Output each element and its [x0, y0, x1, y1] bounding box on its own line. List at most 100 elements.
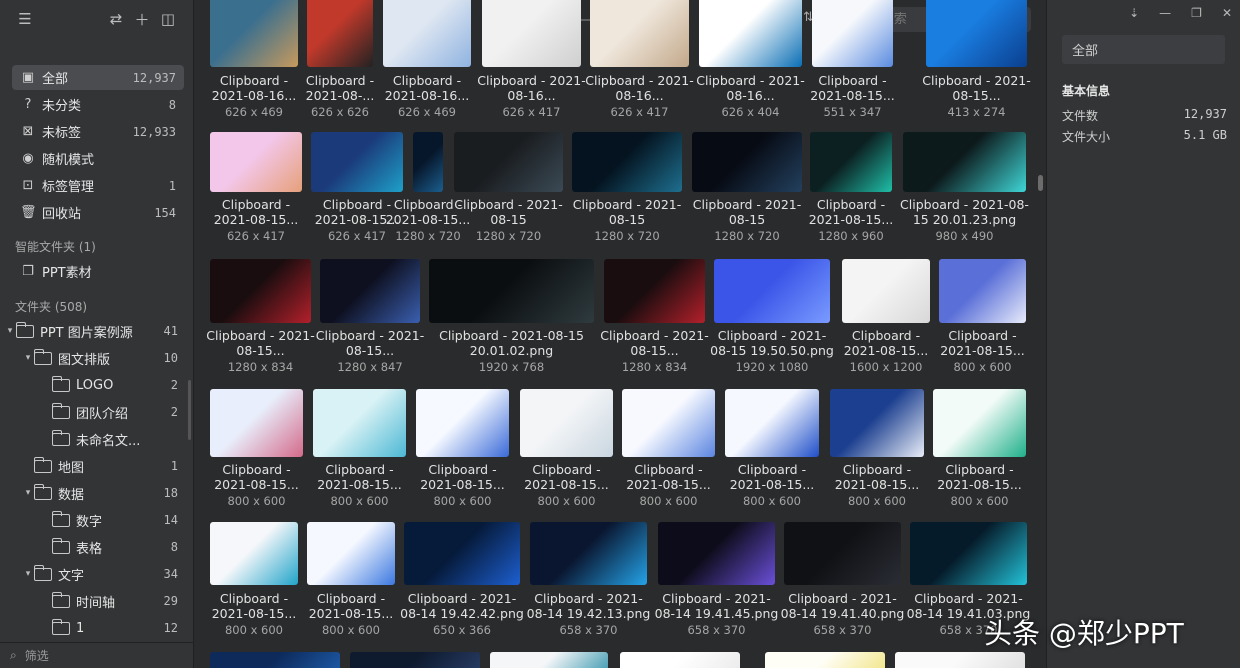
sidebar-item-label: 未分类 — [42, 99, 82, 114]
sidebar-item[interactable]: ⊠ 未标签 12,933 — [12, 119, 184, 144]
folder-tree-item[interactable]: 1 12 — [0, 615, 194, 641]
thumbnail-image[interactable] — [572, 132, 682, 192]
folder-tree-item[interactable]: ▾ PPT 图片案例源 41 — [0, 318, 194, 344]
sidebar-scrollbar[interactable] — [188, 380, 191, 440]
watermark: 头条 @郑少PPT — [984, 617, 1184, 650]
folder-tree-item[interactable]: 数字 14 — [0, 507, 194, 533]
thumbnail-image[interactable] — [210, 132, 302, 192]
main-scrollbar[interactable] — [1038, 175, 1043, 191]
thumbnail-image[interactable] — [320, 259, 420, 323]
folder-label: 数据 — [58, 487, 85, 503]
expand-arrow-icon[interactable]: ▾ — [22, 569, 34, 579]
thumbnail-image[interactable] — [810, 132, 892, 192]
thumbnail-image[interactable] — [620, 652, 740, 668]
folder-tree-item[interactable]: ▾ 数据 18 — [0, 480, 194, 506]
thumbnail-image[interactable] — [490, 652, 608, 668]
pin-icon[interactable]: ⇣ — [1129, 6, 1139, 20]
folder-tree-item[interactable]: 时间轴 29 — [0, 588, 194, 614]
thumbnail-image[interactable] — [210, 259, 311, 323]
question-icon: ? — [24, 97, 32, 112]
thumbnail-image[interactable] — [383, 0, 471, 67]
minimize-icon[interactable]: — — [1159, 6, 1171, 20]
thumbnail-image[interactable] — [482, 0, 581, 67]
thumbnail-image[interactable] — [313, 389, 406, 457]
thumbnail-image[interactable] — [210, 0, 298, 67]
thumbnail-image[interactable] — [895, 652, 1025, 668]
thumbnail-dimensions: 626 x 469 — [397, 105, 457, 119]
thumbnail-image[interactable] — [830, 389, 924, 457]
thumbnail-image[interactable] — [210, 522, 298, 585]
layout-icon[interactable]: ◫ — [155, 6, 181, 32]
close-icon[interactable]: ✕ — [1222, 6, 1232, 20]
tag-icon: ⊡ — [22, 178, 34, 193]
thumbnail-dimensions: 1920 x 1080 — [735, 360, 809, 374]
thumbnail-image[interactable] — [784, 522, 901, 585]
folder-tree-item[interactable]: LOGO 2 — [0, 372, 194, 398]
thumbnail-image[interactable] — [307, 0, 373, 67]
thumbnail-dimensions: 800 x 600 — [950, 494, 1009, 508]
file-count-label: 文件数 — [1062, 109, 1099, 123]
thumbnail-image[interactable] — [933, 389, 1026, 457]
thumbnail-image[interactable] — [658, 522, 775, 585]
thumbnail-image[interactable] — [210, 389, 303, 457]
folder-label: 1 — [76, 620, 85, 636]
thumbnail-dimensions: 800 x 600 — [537, 494, 596, 508]
expand-arrow-icon[interactable]: ▾ — [22, 488, 34, 498]
thumbnail-image[interactable] — [725, 389, 819, 457]
thumbnail-image[interactable] — [416, 389, 509, 457]
thumbnail-image[interactable] — [714, 259, 830, 323]
thumbnail-dimensions: 1280 x 960 — [818, 229, 884, 243]
smart-folder-ppt[interactable]: ❐ PPT素材 — [12, 259, 184, 284]
expand-arrow-icon[interactable]: ▾ — [22, 353, 34, 363]
filter-bar[interactable]: ⌕ 筛选 — [0, 642, 194, 668]
thumbnail-image[interactable] — [910, 522, 1027, 585]
menu-icon[interactable]: ☰ — [12, 6, 38, 32]
thumbnail-image[interactable] — [429, 259, 594, 323]
add-icon[interactable]: ＋ — [129, 6, 155, 32]
sidebar-item[interactable]: ▣ 全部 12,937 — [12, 65, 184, 90]
untagged-icon: ⊠ — [22, 124, 34, 139]
thumbnail-image[interactable] — [350, 652, 480, 668]
maximize-icon[interactable]: ❐ — [1191, 6, 1202, 20]
sidebar-item[interactable]: ◉ 随机模式 — [12, 146, 184, 171]
name-field[interactable]: 全部 — [1062, 35, 1225, 64]
folder-count: 14 — [163, 513, 178, 527]
thumbnail-image[interactable] — [311, 132, 403, 192]
thumbnail-image[interactable] — [939, 259, 1026, 323]
thumbnail-image[interactable] — [692, 132, 802, 192]
thumbnail-image[interactable] — [765, 652, 885, 668]
filter-placeholder: 筛选 — [24, 649, 49, 663]
folder-tree-item[interactable]: ▾ 图文排版 10 — [0, 345, 194, 371]
folder-tree-item[interactable]: 表格 8 — [0, 534, 194, 560]
thumbnail-image[interactable] — [454, 132, 563, 192]
thumbnail-image[interactable] — [590, 0, 689, 67]
thumbnail-dimensions: 800 x 600 — [330, 494, 389, 508]
thumbnail-image[interactable] — [812, 0, 893, 67]
sidebar-item[interactable]: ⊡ 标签管理 1 — [12, 173, 184, 198]
sidebar-item[interactable]: ? 未分类 8 — [12, 92, 184, 117]
thumbnail-dimensions: 658 x 370 — [687, 623, 746, 637]
window-controls: ⇣ — ❐ ✕ — [1129, 6, 1232, 20]
folder-icon — [33, 483, 52, 500]
thumbnail-image[interactable] — [699, 0, 802, 67]
thumbnail-image[interactable] — [530, 522, 647, 585]
sync-icon[interactable]: ⇄ — [103, 6, 129, 32]
folder-tree-item[interactable]: ▾ 文字 34 — [0, 561, 194, 587]
thumbnail-image[interactable] — [307, 522, 395, 585]
thumbnail-image[interactable] — [842, 259, 930, 323]
expand-arrow-icon[interactable]: ▾ — [4, 326, 16, 336]
thumbnail-image[interactable] — [404, 522, 520, 585]
thumbnail-image[interactable] — [926, 0, 1027, 67]
sidebar-item[interactable]: 🗑 回收站 154 — [12, 200, 184, 225]
thumbnail-image[interactable] — [903, 132, 1026, 192]
thumbnail-dimensions: 800 x 600 — [224, 623, 284, 637]
thumbnail-image[interactable] — [413, 132, 443, 192]
thumbnail-image[interactable] — [520, 389, 613, 457]
folder-tree-item[interactable]: 未命名文... — [0, 426, 194, 452]
thumbnail-image[interactable] — [210, 652, 340, 668]
thumbnail-image[interactable] — [622, 389, 715, 457]
thumbnail-image[interactable] — [604, 259, 705, 323]
folder-tree-item[interactable]: 地图 1 — [0, 453, 194, 479]
thumbnail-caption: Clipboard - 2021-08-16... — [211, 73, 297, 103]
folder-tree-item[interactable]: 团队介绍 2 — [0, 399, 194, 425]
